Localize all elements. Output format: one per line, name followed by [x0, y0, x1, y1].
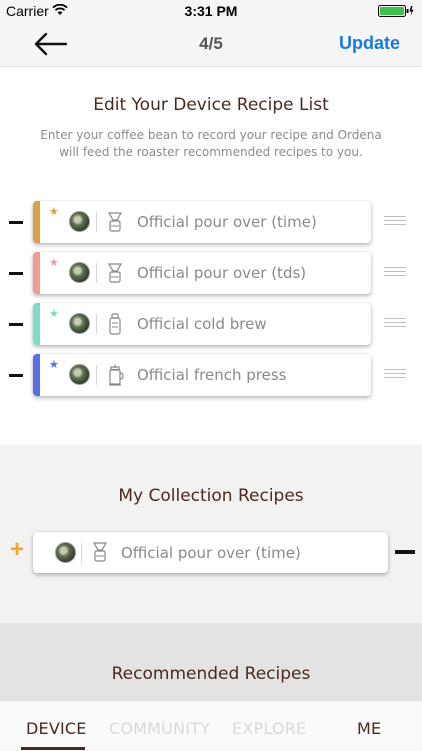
recipe-card[interactable]: ★ Official cold brew	[33, 303, 371, 345]
star-icon: ★	[49, 257, 59, 269]
collection-recipe-card[interactable]: Official pour over (time)	[33, 532, 388, 573]
bean-avatar	[69, 211, 90, 232]
bean-avatar	[69, 313, 90, 334]
divider	[96, 263, 97, 283]
recipe-color-stripe	[33, 252, 40, 294]
divider	[96, 314, 97, 334]
drag-handle-icon[interactable]	[384, 267, 406, 279]
battery-icon	[378, 5, 414, 17]
device-section-title: Edit Your Device Recipe List	[93, 95, 329, 115]
recommended-section: Recommended Recipes	[0, 623, 422, 701]
remove-recipe-button[interactable]	[9, 272, 23, 275]
recipe-card[interactable]: ★ Official pour over (tds)	[33, 252, 371, 294]
pour-over-icon	[107, 212, 123, 232]
recipe-name: Official cold brew	[137, 315, 267, 333]
tab-bar: DEVICE COMMUNITY EXPLORE ME	[0, 700, 422, 751]
device-recipe-row: ★ Official pour over (time)	[0, 201, 422, 243]
remove-recipe-button[interactable]	[9, 374, 23, 377]
recipe-color-stripe	[33, 201, 40, 243]
drag-handle-icon[interactable]	[384, 369, 406, 381]
recipe-name: Official french press	[137, 366, 287, 384]
remove-collection-recipe-button[interactable]	[395, 550, 415, 554]
tab-me[interactable]: ME	[357, 719, 381, 738]
cold-brew-icon	[109, 313, 121, 335]
device-section-description: Enter your coffee bean to record your re…	[40, 128, 382, 159]
drag-handle-icon[interactable]	[384, 318, 406, 330]
recipe-color-stripe	[33, 354, 40, 396]
bean-avatar	[69, 262, 90, 283]
bean-avatar	[55, 542, 76, 563]
add-recipe-button[interactable]: +	[10, 536, 24, 564]
tab-explore[interactable]: EXPLORE	[232, 719, 306, 738]
tab-community[interactable]: COMMUNITY	[109, 719, 210, 738]
tab-device[interactable]: DEVICE	[26, 719, 87, 738]
pour-over-icon	[107, 263, 123, 283]
french-press-icon	[109, 364, 124, 386]
recipe-name: Official pour over (time)	[121, 544, 301, 562]
divider	[96, 212, 97, 232]
recommended-section-title: Recommended Recipes	[111, 664, 311, 684]
star-icon: ★	[49, 359, 59, 371]
divider	[81, 543, 82, 563]
recipe-name: Official pour over (time)	[137, 213, 317, 231]
collection-section-title: My Collection Recipes	[118, 486, 304, 506]
clock: 3:31 PM	[184, 3, 238, 19]
recipe-color-stripe	[33, 303, 40, 345]
device-recipe-row: ★ Official french press	[0, 354, 422, 396]
device-recipe-row: ★ Official cold brew	[0, 303, 422, 345]
pour-over-icon	[92, 542, 108, 562]
recipe-card[interactable]: ★ Official french press	[33, 354, 371, 396]
remove-recipe-button[interactable]	[9, 323, 23, 326]
recipe-card[interactable]: ★ Official pour over (time)	[33, 201, 371, 243]
update-button[interactable]: Update	[339, 33, 400, 54]
remove-recipe-button[interactable]	[9, 221, 23, 224]
device-recipe-row: ★ Official pour over (tds)	[0, 252, 422, 294]
navigation-bar: 4/5 Update	[0, 22, 422, 67]
recipe-name: Official pour over (tds)	[137, 264, 307, 282]
bean-avatar	[69, 364, 90, 385]
status-bar: Carrier 3:31 PM	[0, 0, 422, 22]
star-icon: ★	[49, 206, 59, 218]
drag-handle-icon[interactable]	[384, 216, 406, 228]
divider	[96, 365, 97, 385]
star-icon: ★	[49, 308, 59, 320]
